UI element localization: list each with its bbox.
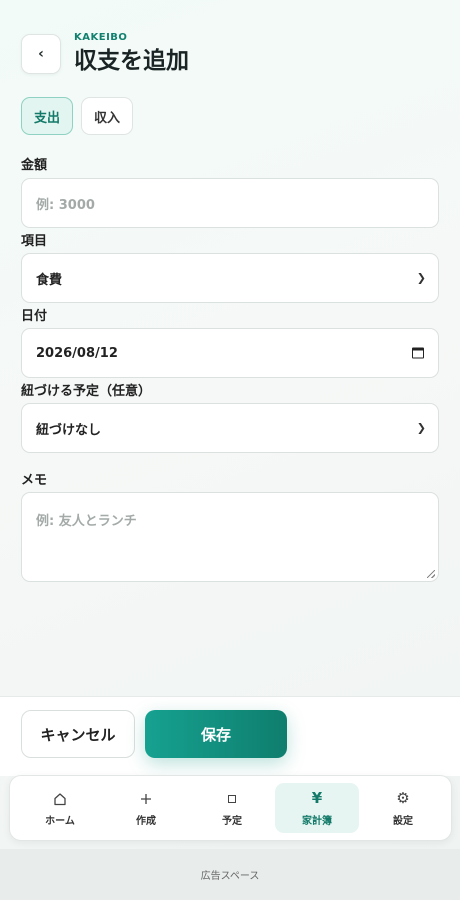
page: ‹ KAKEIBO 収支を追加 支出 収入 金額 例: 3000 項目 食費 ❯… xyxy=(0,0,460,900)
calendar-icon[interactable] xyxy=(412,347,424,359)
nav-item-settings[interactable]: ⚙ 設定 xyxy=(361,783,445,833)
nav-label-settings: 設定 xyxy=(393,815,413,827)
bottom-nav: ホーム 作成 予定 ¥ 家計簿 ⚙ 設定 xyxy=(9,775,452,841)
date-label: 日付 xyxy=(21,309,48,324)
home-icon xyxy=(53,790,67,808)
save-button[interactable]: 保存 xyxy=(145,710,287,758)
back-button[interactable]: ‹ xyxy=(21,34,61,74)
action-bar: キャンセル 保存 xyxy=(0,696,460,776)
ad-space: 広告スペース xyxy=(0,849,460,900)
brand-label: KAKEIBO xyxy=(74,32,128,43)
date-input[interactable]: 2026/08/12 xyxy=(21,328,439,378)
income-toggle-button[interactable]: 収入 xyxy=(81,97,134,135)
linked-plan-selected-value: 紐づけなし xyxy=(36,422,102,438)
chevron-left-icon: ‹ xyxy=(38,46,44,62)
nav-item-schedule[interactable]: 予定 xyxy=(190,783,274,833)
category-selected-value: 食費 xyxy=(36,272,63,288)
memo-placeholder: 例: 友人とランチ xyxy=(36,514,137,529)
gear-icon: ⚙ xyxy=(396,789,410,807)
category-select[interactable]: 食費 ❯ xyxy=(21,253,439,303)
title-group: KAKEIBO 収支を追加 xyxy=(74,32,189,76)
chevron-down-icon: ❯ xyxy=(416,421,426,435)
header: ‹ KAKEIBO 収支を追加 xyxy=(21,32,189,76)
nav-label-schedule: 予定 xyxy=(222,815,242,827)
nav-label-household-book: 家計簿 xyxy=(302,815,332,827)
expense-toggle-button[interactable]: 支出 xyxy=(21,97,74,135)
date-value: 2026/08/12 xyxy=(36,345,118,361)
memo-label: メモ xyxy=(21,473,48,488)
yen-icon: ¥ xyxy=(311,789,323,807)
amount-placeholder: 例: 3000 xyxy=(36,197,95,213)
nav-item-home[interactable]: ホーム xyxy=(18,783,102,833)
type-toggle: 支出 収入 xyxy=(21,97,134,135)
nav-label-home: ホーム xyxy=(45,815,75,827)
category-label: 項目 xyxy=(21,234,48,249)
nav-item-create[interactable]: 作成 xyxy=(104,783,188,833)
linked-plan-select[interactable]: 紐づけなし ❯ xyxy=(21,403,439,453)
linked-plan-label: 紐づける予定（任意） xyxy=(21,384,152,399)
nav-label-create: 作成 xyxy=(136,815,156,827)
cancel-button[interactable]: キャンセル xyxy=(21,710,135,758)
nav-item-household-book[interactable]: ¥ 家計簿 xyxy=(275,783,359,833)
page-title: 収支を追加 xyxy=(74,48,189,74)
resize-handle-icon[interactable] xyxy=(427,570,435,578)
chevron-down-icon: ❯ xyxy=(416,271,426,285)
memo-textarea[interactable]: 例: 友人とランチ xyxy=(21,492,439,582)
amount-input[interactable]: 例: 3000 xyxy=(21,178,439,228)
amount-label: 金額 xyxy=(21,158,48,173)
calendar-square-icon xyxy=(228,790,236,808)
plus-icon xyxy=(139,790,153,808)
